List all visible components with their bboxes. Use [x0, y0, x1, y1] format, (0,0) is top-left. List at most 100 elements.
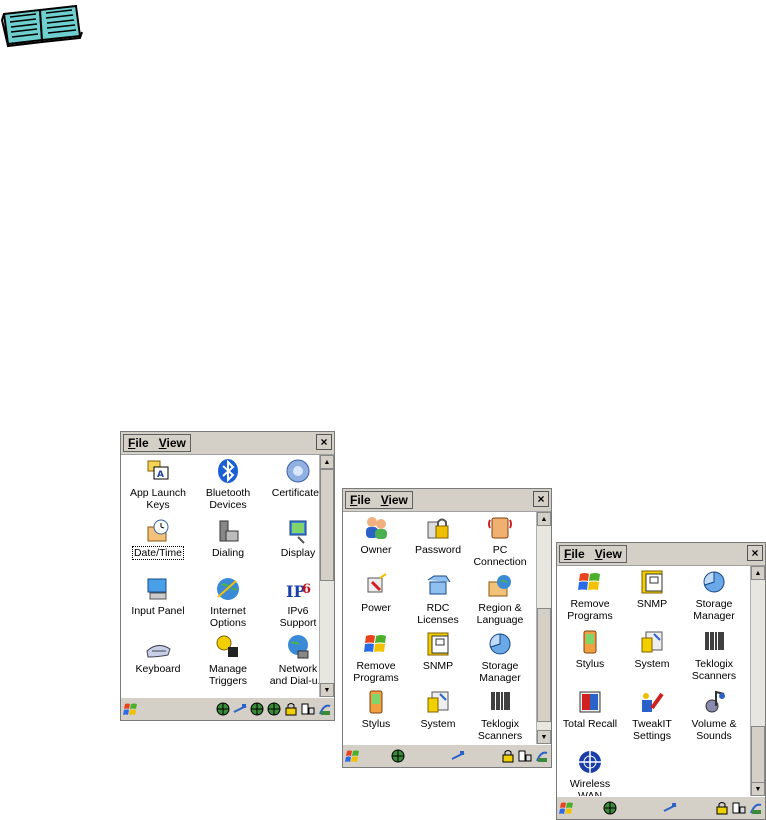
vertical-scrollbar[interactable]: ▲ ▼	[750, 566, 765, 796]
control-panel-window-1: File View × A App Launch Keys Bluetooth De…	[120, 431, 335, 721]
vertical-scrollbar[interactable]: ▲ ▼	[536, 512, 551, 744]
control-panel-item-label: Date/Time	[131, 546, 185, 560]
menu-view[interactable]: View	[381, 493, 408, 507]
control-panel-item[interactable]: SNMP	[405, 630, 471, 672]
control-panel-item-label: System	[634, 658, 670, 670]
control-panel-item-label: Total Recall	[562, 718, 618, 730]
taskbar	[557, 796, 765, 819]
control-panel-item-label: Storage Manager	[693, 598, 735, 622]
scroll-down-arrow[interactable]: ▼	[320, 683, 334, 697]
clock-icon	[147, 519, 169, 542]
control-panel-item[interactable]: Remove Programs	[557, 568, 623, 622]
battery-icon[interactable]	[535, 749, 549, 763]
control-panel-item-label: Certificates	[271, 487, 319, 499]
lock-icon[interactable]	[501, 749, 515, 763]
control-panel-item[interactable]: Storage Manager	[467, 630, 533, 684]
system-tray	[216, 701, 332, 717]
control-panel-item[interactable]: Volume & Sounds	[681, 688, 747, 742]
control-panel-item[interactable]: Power	[343, 572, 409, 614]
windows-start-icon[interactable]	[345, 748, 361, 764]
control-panel-item[interactable]: Date/Time	[125, 517, 191, 560]
control-panel-item[interactable]: Stylus	[343, 688, 409, 730]
control-panel-item[interactable]: Network and Dial-u...	[265, 633, 319, 687]
vertical-scrollbar[interactable]: ▲ ▼	[319, 455, 334, 697]
connection-icon[interactable]	[451, 749, 465, 763]
close-button[interactable]: ×	[316, 434, 332, 450]
scroll-up-arrow[interactable]: ▲	[537, 512, 551, 526]
control-panel-item[interactable]: System	[619, 628, 685, 670]
control-panel-item[interactable]: Total Recall	[557, 688, 623, 730]
app-launch-keys-icon: A	[147, 460, 169, 480]
icon-grid: Owner Password PC Connection Power RDC Licen…	[343, 512, 536, 744]
control-panel-item-label: Teklogix Scanners	[477, 718, 523, 742]
control-panel-item[interactable]: Password	[405, 514, 471, 556]
network-globe-icon[interactable]	[250, 702, 264, 716]
battery-icon[interactable]	[318, 702, 332, 716]
control-panel-item[interactable]: PC Connection	[467, 514, 533, 568]
devices-icon[interactable]	[301, 702, 315, 716]
control-panel-item[interactable]: Input Panel	[125, 575, 191, 617]
lock-icon[interactable]	[715, 801, 729, 815]
scroll-up-arrow[interactable]: ▲	[320, 455, 334, 469]
control-panel-item[interactable]: Manage Triggers	[195, 633, 261, 687]
control-panel-item[interactable]: Teklogix Scanners	[681, 628, 747, 682]
stylus-icon	[583, 630, 597, 654]
control-panel-item[interactable]: Stylus	[557, 628, 623, 670]
svg-text:6: 6	[302, 582, 311, 597]
network-globe-icon[interactable]	[216, 702, 230, 716]
scroll-down-arrow[interactable]: ▼	[751, 782, 765, 796]
connection-icon[interactable]	[663, 801, 677, 815]
close-button[interactable]: ×	[533, 491, 549, 507]
control-panel-item[interactable]: Remove Programs	[343, 630, 409, 684]
scroll-up-arrow[interactable]: ▲	[751, 566, 765, 580]
control-panel-item[interactable]: Display	[265, 517, 319, 559]
control-panel-item-label: Power	[361, 602, 391, 614]
control-panel-item-label: PC Connection	[473, 544, 527, 568]
menu-file[interactable]: File	[564, 547, 585, 561]
control-panel-item[interactable]: Bluetooth Devices	[195, 457, 261, 511]
control-panel-item-label: Dialing	[211, 547, 245, 559]
network-globe-icon[interactable]	[603, 801, 617, 815]
control-panel-item[interactable]: System	[405, 688, 471, 730]
control-panel-item-label: Bluetooth Devices	[205, 487, 251, 511]
control-panel-item[interactable]: SNMP	[619, 568, 685, 610]
scroll-thumb[interactable]	[537, 608, 551, 722]
control-panel-item[interactable]: TweakIT Settings	[619, 688, 685, 742]
control-panel-item[interactable]: Owner	[343, 514, 409, 556]
menu-file[interactable]: File	[128, 436, 149, 450]
control-panel-item[interactable]: RDC Licenses	[405, 572, 471, 626]
windows-start-icon[interactable]	[559, 800, 575, 816]
storage-icon	[703, 571, 725, 593]
control-panel-item-label: Remove Programs	[567, 598, 613, 622]
network-globe-icon[interactable]	[391, 749, 405, 763]
windows-start-icon[interactable]	[123, 701, 139, 717]
close-button[interactable]: ×	[747, 545, 763, 561]
control-panel-item[interactable]: Keyboard	[125, 633, 191, 675]
menu-view[interactable]: View	[159, 436, 186, 450]
network-icon	[288, 635, 309, 659]
connection-icon[interactable]	[233, 702, 247, 716]
menu-file[interactable]: File	[350, 493, 371, 507]
control-panel-item[interactable]: Storage Manager	[681, 568, 747, 622]
control-panel-item[interactable]: IP 6 IPv6 Support	[265, 575, 319, 629]
devices-icon[interactable]	[732, 801, 746, 815]
lock-icon[interactable]	[284, 702, 298, 716]
control-panel-item[interactable]: A App Launch Keys	[125, 457, 191, 511]
network-globe-icon[interactable]	[267, 702, 281, 716]
system-tray	[715, 800, 763, 816]
menu-view[interactable]: View	[595, 547, 622, 561]
scroll-down-arrow[interactable]: ▼	[537, 730, 551, 744]
control-panel-item-label: RDC Licenses	[417, 602, 459, 626]
system-icon	[641, 631, 663, 653]
dialing-icon	[219, 520, 239, 542]
control-panel-item[interactable]: Wireless WAN	[557, 748, 623, 796]
control-panel-item[interactable]: Region & Language	[467, 572, 533, 626]
control-panel-item[interactable]: Internet Options	[195, 575, 261, 629]
control-panel-item[interactable]: Dialing	[195, 517, 261, 559]
scroll-thumb[interactable]	[320, 469, 334, 581]
control-panel-item[interactable]: Certificates	[265, 457, 319, 499]
rdc-licenses-icon	[427, 575, 451, 595]
devices-icon[interactable]	[518, 749, 532, 763]
control-panel-item[interactable]: Teklogix Scanners	[467, 688, 533, 742]
battery-icon[interactable]	[749, 801, 763, 815]
